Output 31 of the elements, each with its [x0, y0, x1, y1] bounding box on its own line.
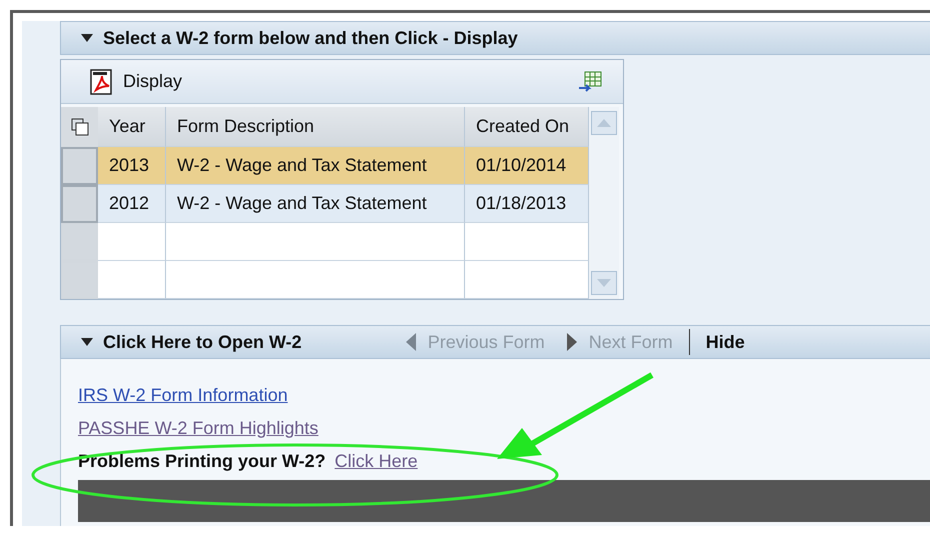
row-selector[interactable] — [61, 223, 98, 261]
scroll-up-icon[interactable] — [597, 119, 611, 127]
column-header[interactable]: Created On — [465, 107, 589, 147]
left-triangle-icon — [406, 333, 416, 351]
caret-icon[interactable] — [81, 34, 93, 42]
right-triangle-icon — [566, 333, 577, 351]
pdf-icon — [89, 68, 115, 96]
row-selector[interactable] — [61, 147, 98, 185]
scroll-down-icon[interactable] — [597, 279, 611, 287]
table-cell: 01/10/2014 — [465, 147, 589, 185]
panel-title: Click Here to Open W-2 — [103, 332, 302, 352]
table-cell: W-2 - Wage and Tax Statement — [166, 185, 465, 223]
info-link[interactable]: PASSHE W-2 Form Highlights — [78, 418, 318, 439]
spreadsheet-export-icon[interactable] — [577, 70, 603, 94]
expand-caret-icon[interactable] — [81, 338, 93, 346]
column-header[interactable]: Year — [98, 107, 166, 147]
column-header[interactable]: Form Description — [166, 107, 465, 147]
row-selector[interactable] — [61, 261, 98, 299]
table-cell: W-2 - Wage and Tax Statement — [166, 147, 465, 185]
table-cell: 01/18/2013 — [465, 185, 589, 223]
row-selector[interactable] — [61, 185, 98, 223]
display-button[interactable]: Display — [89, 68, 182, 96]
help-link[interactable]: Click Here — [334, 451, 418, 472]
info-link[interactable]: IRS W-2 Form Information — [78, 385, 288, 406]
table-cell: 2012 — [98, 185, 166, 223]
columns-icon[interactable] — [70, 117, 90, 137]
hide-button[interactable]: Hide — [700, 332, 751, 352]
table-cell: 2013 — [98, 147, 166, 185]
scrollbar[interactable] — [589, 107, 619, 299]
panel-title: Select a W-2 form below and then Click - Display — [103, 28, 518, 48]
problems-label: Problems Printing your W-2? — [78, 451, 326, 472]
